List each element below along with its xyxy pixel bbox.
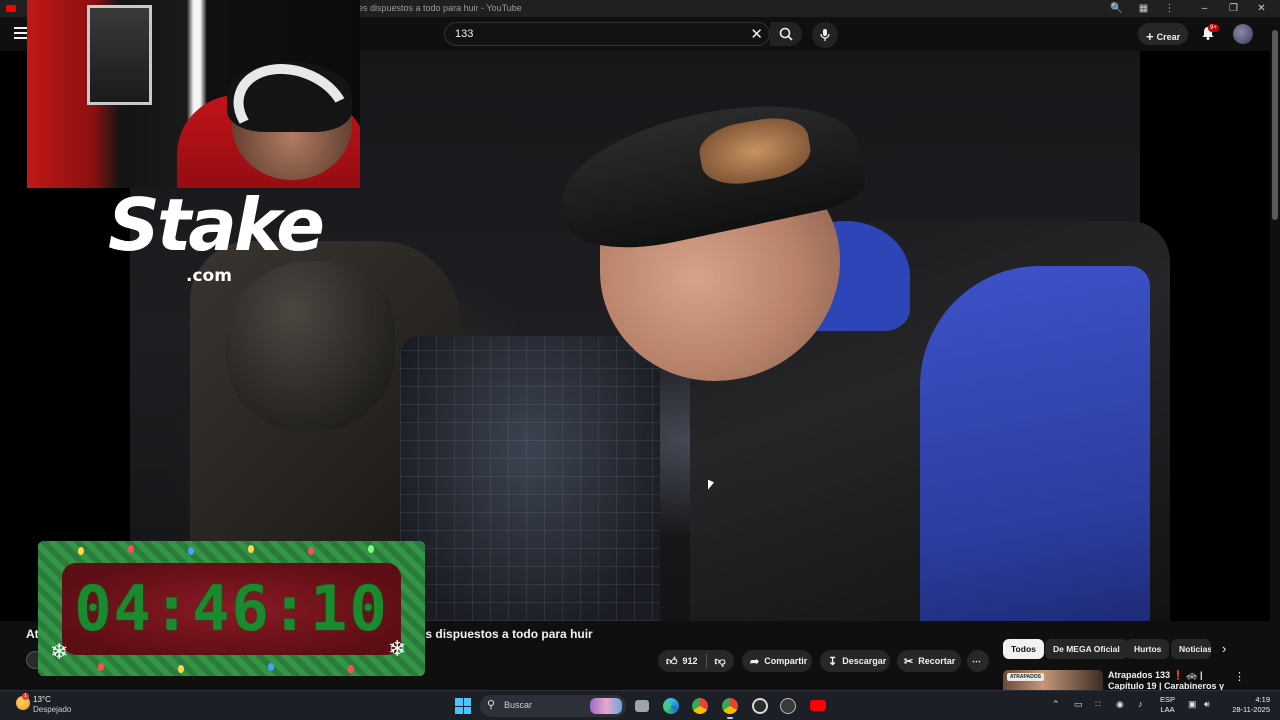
car-rear-window bbox=[400, 336, 660, 621]
taskbar-search-label: Buscar bbox=[504, 700, 533, 710]
zoom-icon[interactable]: 🔍 bbox=[1110, 2, 1123, 15]
stake-logo: Stake .com bbox=[108, 180, 325, 290]
clock-date: 28-11-2025 bbox=[1232, 705, 1270, 714]
timer-digits: 04:46:10 bbox=[74, 572, 389, 645]
share-label: Compartir bbox=[764, 656, 808, 666]
download-label: Descargar bbox=[842, 656, 887, 666]
clock-time: 4:19 bbox=[1255, 695, 1270, 704]
garland-light bbox=[128, 545, 134, 553]
weather-alert-badge: 1 bbox=[22, 693, 29, 700]
mouse-cursor-icon bbox=[708, 479, 714, 493]
obs-icon[interactable] bbox=[752, 698, 768, 714]
person-sleeve bbox=[920, 266, 1150, 621]
garland-light bbox=[308, 547, 314, 555]
search-icon bbox=[779, 27, 793, 41]
more-icon: ⋯ bbox=[972, 655, 981, 666]
create-button[interactable]: + Crear bbox=[1138, 23, 1188, 45]
voice-search-button[interactable] bbox=[812, 22, 838, 48]
clear-search-icon[interactable]: ✕ bbox=[750, 25, 763, 43]
share-icon: ➦ bbox=[750, 655, 760, 668]
streamer-webcam bbox=[27, 0, 360, 188]
microphone-icon bbox=[820, 29, 830, 41]
snowflake-icon: ❄ bbox=[388, 636, 407, 661]
search-query: 133 bbox=[455, 28, 474, 40]
notification-count-badge: 9+ bbox=[1208, 24, 1219, 32]
like-dislike-group: 👍︎ 912 👎︎ bbox=[658, 650, 734, 672]
more-actions-button[interactable]: ⋯ bbox=[967, 650, 989, 672]
chrome-icon[interactable] bbox=[692, 698, 708, 714]
volume-icon[interactable]: 🔊︎ bbox=[1204, 699, 1210, 710]
show-hidden-icons[interactable]: ⌃ bbox=[1052, 699, 1060, 710]
snowflake-icon: ❄ bbox=[50, 639, 69, 664]
like-divider bbox=[705, 654, 707, 668]
recommendation-menu-icon[interactable]: ⋮ bbox=[1234, 670, 1245, 683]
create-label: Crear bbox=[1156, 32, 1181, 42]
display-icon[interactable]: ▣ bbox=[1188, 699, 1197, 710]
close-icon[interactable]: ✕ bbox=[1255, 2, 1268, 15]
account-avatar[interactable] bbox=[1233, 24, 1253, 44]
keyboard-layout: LAA bbox=[1160, 705, 1175, 714]
youtube-app-icon[interactable] bbox=[810, 700, 826, 711]
stake-logo-word: Stake bbox=[108, 183, 325, 267]
chip-hurtos[interactable]: Hurtos bbox=[1126, 639, 1170, 659]
recommendation-thumbnail[interactable]: ATRAPADOS bbox=[1003, 670, 1103, 690]
window-title: es dispuestos a todo para huir - YouTube bbox=[358, 3, 522, 13]
youtube-favicon-icon bbox=[6, 5, 16, 12]
weather-temperature[interactable]: 13°C bbox=[33, 695, 51, 704]
recommendation-title[interactable]: Atrapados 133 ❗ 🚓 | Capítulo 19 | Carabi… bbox=[1108, 670, 1233, 690]
search-highlight-image bbox=[590, 698, 622, 714]
garland-light bbox=[98, 663, 104, 671]
media-player-icon[interactable] bbox=[780, 698, 796, 714]
task-view-icon[interactable] bbox=[635, 700, 649, 712]
stake-logo-domain: .com bbox=[186, 266, 232, 286]
chip-mega-oficial[interactable]: De MEGA Oficial bbox=[1045, 639, 1128, 659]
garland-light bbox=[368, 545, 374, 553]
countdown-timer: 04:46:10 ❄ ❄ bbox=[38, 541, 425, 676]
tray-grid-icon[interactable]: ∷ bbox=[1095, 699, 1101, 710]
like-icon[interactable]: 👍︎ bbox=[666, 655, 678, 668]
chrome-active-icon[interactable] bbox=[722, 698, 738, 719]
webcam-door bbox=[87, 5, 152, 105]
download-icon: ↧ bbox=[828, 655, 838, 668]
system-clock[interactable]: 4:19 28-11-2025 bbox=[1226, 695, 1270, 715]
dislike-icon[interactable]: 👎︎ bbox=[715, 655, 726, 668]
garland-light bbox=[248, 545, 254, 553]
share-button[interactable]: ➦ Compartir bbox=[742, 650, 812, 672]
language-code: ESP bbox=[1160, 695, 1176, 704]
chips-next-icon[interactable]: › bbox=[1222, 641, 1226, 656]
like-count[interactable]: 912 bbox=[683, 656, 698, 666]
search-input[interactable]: 133 ✕ bbox=[444, 22, 770, 46]
garland-light bbox=[348, 665, 354, 673]
kebab-icon[interactable]: ⋮ bbox=[1163, 2, 1176, 15]
tray-app-icon[interactable]: ▭ bbox=[1074, 699, 1083, 710]
minimize-icon[interactable]: – bbox=[1198, 2, 1211, 15]
garland-light bbox=[188, 547, 194, 555]
garland-light bbox=[268, 663, 274, 671]
taskbar-search-icon: ⚲ bbox=[487, 699, 496, 711]
weather-condition[interactable]: Despejado bbox=[33, 705, 71, 714]
input-language[interactable]: ESP LAA bbox=[1160, 695, 1175, 715]
garland-light bbox=[78, 547, 84, 555]
clip-button[interactable]: ✂ Recortar bbox=[897, 650, 961, 672]
plus-icon: + bbox=[1146, 29, 1154, 44]
search-button[interactable] bbox=[770, 22, 802, 46]
network-icon[interactable]: ◉ bbox=[1116, 699, 1124, 710]
clip-label: Recortar bbox=[918, 656, 956, 666]
taskbar-search[interactable]: ⚲ Buscar bbox=[480, 695, 626, 717]
scrollbar-thumb[interactable] bbox=[1272, 30, 1278, 220]
scissors-icon: ✂ bbox=[904, 655, 914, 668]
chip-all[interactable]: Todos bbox=[1003, 639, 1044, 659]
download-button[interactable]: ↧ Descargar bbox=[820, 650, 890, 672]
garland-light bbox=[178, 665, 184, 673]
microphone-tray-icon[interactable]: ♪ bbox=[1138, 699, 1143, 709]
extensions-icon[interactable]: ▦ bbox=[1137, 2, 1150, 15]
thumbnail-tag: ATRAPADOS bbox=[1007, 673, 1044, 681]
hamburger-menu-icon[interactable] bbox=[14, 27, 28, 39]
chip-noticias[interactable]: Noticias bbox=[1171, 639, 1211, 659]
windows-taskbar: 1 13°C Despejado ⚲ Buscar ⌃ ▭ ∷ ◉ ♪ ESP … bbox=[0, 690, 1280, 720]
restore-icon[interactable]: ❐ bbox=[1227, 2, 1240, 15]
edge-icon[interactable] bbox=[663, 698, 679, 714]
windows-start-icon[interactable] bbox=[455, 698, 471, 714]
